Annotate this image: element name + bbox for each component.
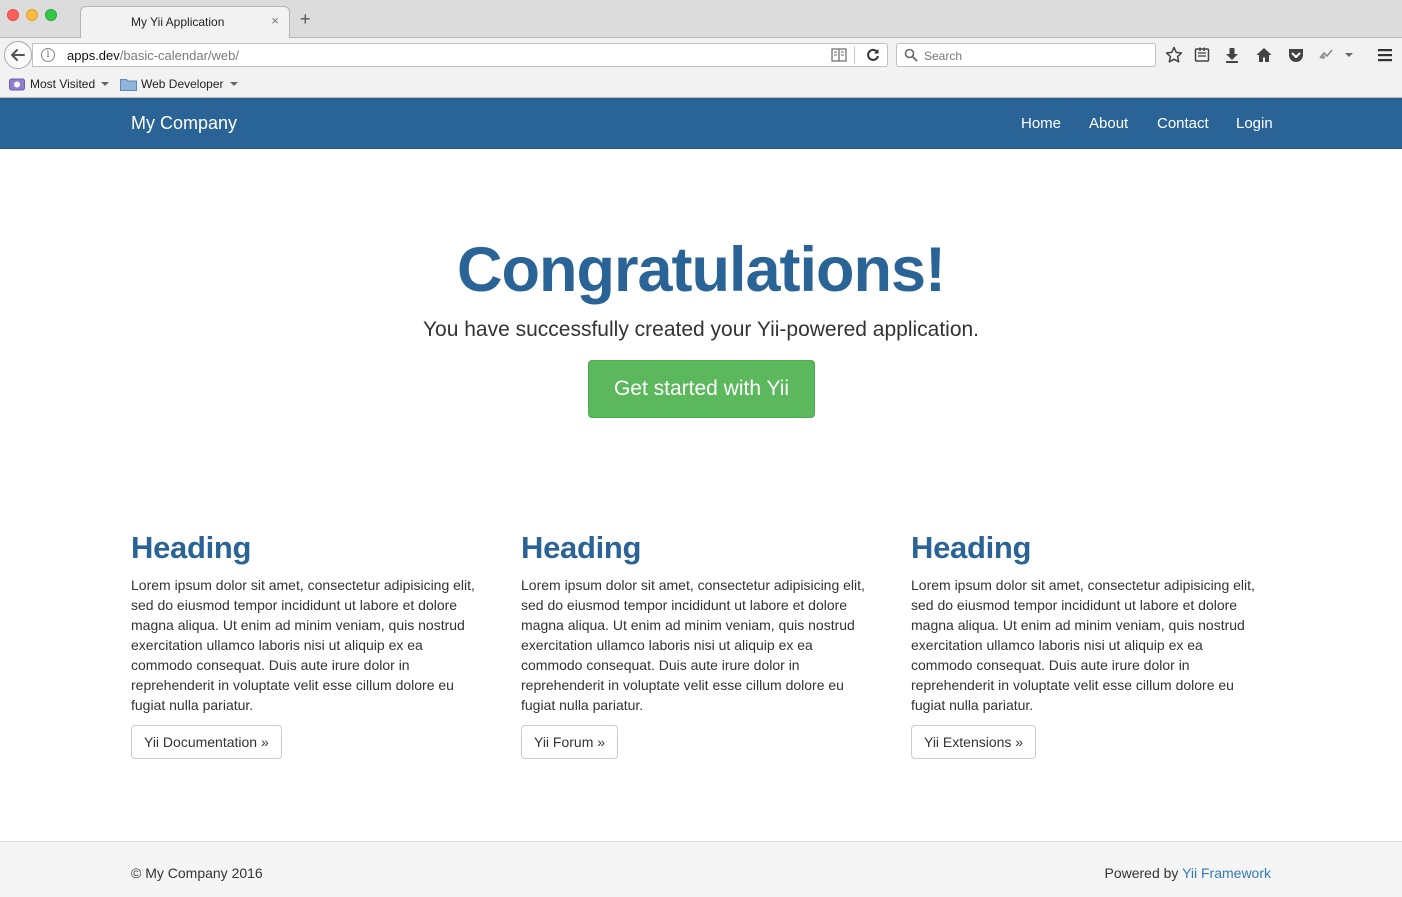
column-heading: Heading [131,530,252,565]
new-tab-button[interactable]: + [300,10,311,28]
yii-forum-button[interactable]: Yii Forum » [521,725,619,759]
reload-icon[interactable] [865,47,881,63]
yii-documentation-button[interactable]: Yii Documentation » [131,725,282,759]
star-icon[interactable] [1165,46,1183,64]
close-window-button[interactable] [7,9,19,21]
chevron-down-icon [101,82,110,86]
search-icon [904,48,918,62]
browser-chrome: My Yii Application × + i apps.dev/basic-… [0,0,1402,98]
url-host: apps.dev [67,48,120,63]
url-separator [854,46,855,64]
back-button[interactable] [4,41,32,69]
home-icon[interactable] [1255,46,1273,64]
search-bar[interactable]: Search [896,43,1156,67]
column-2: Heading Lorem ipsum dolor sit amet, cons… [521,530,881,759]
column-1: Heading Lorem ipsum dolor sit amet, cons… [131,530,491,759]
yii-extensions-button[interactable]: Yii Extensions » [911,725,1037,759]
page-footer: © My Company 2016 Powered by Yii Framewo… [0,841,1402,897]
column-body: Lorem ipsum dolor sit amet, consectetur … [131,577,475,713]
yii-framework-link[interactable]: Yii Framework [1182,865,1271,881]
reader-view-icon[interactable] [831,48,847,62]
menu-icon[interactable] [1376,46,1394,64]
search-placeholder: Search [924,49,963,63]
column-body: Lorem ipsum dolor sit amet, consectetur … [911,577,1255,713]
column-heading: Heading [911,530,1032,565]
zoom-window-button[interactable] [45,9,57,21]
footer-copyright: © My Company 2016 [131,865,263,881]
bookmark-web-developer[interactable]: Web Developer [120,77,238,91]
url-bar[interactable]: i apps.dev/basic-calendar/web/ [32,43,888,67]
back-arrow-icon [11,49,25,61]
chevron-down-icon [229,82,238,86]
footer-powered: Powered by Yii Framework [1104,865,1271,881]
brand-link[interactable]: My Company [131,113,237,134]
extension-dropdown-icon[interactable] [1345,53,1353,57]
bookmark-label: Web Developer [141,77,224,91]
nav-about[interactable]: About [1089,115,1128,132]
url-path: /basic-calendar/web/ [119,48,239,63]
site-navbar: My Company Home About Contact Login [0,98,1402,149]
extension-icon[interactable] [1317,46,1335,64]
column-heading: Heading [521,530,642,565]
tab-close-icon[interactable]: × [271,13,279,28]
bookmarks-toolbar: Most Visited Web Developer [0,72,1402,98]
minimize-window-button[interactable] [26,9,38,21]
tab-active[interactable]: My Yii Application × [80,6,290,39]
folder-icon [120,79,137,91]
footer-powered-prefix: Powered by [1104,865,1183,881]
jumbotron-lead: You have successfully created your Yii-p… [422,318,980,341]
tab-title: My Yii Application [131,15,225,29]
column-3: Heading Lorem ipsum dolor sit amet, cons… [911,530,1271,759]
tab-strip: My Yii Application × + [0,0,1402,39]
reading-list-icon[interactable] [1193,46,1211,64]
get-started-button[interactable]: Get started with Yii [588,360,815,418]
url-text: apps.dev/basic-calendar/web/ [67,48,239,63]
browser-toolbar: i apps.dev/basic-calendar/web/ Search [0,38,1402,72]
site-info-icon[interactable]: i [41,48,55,62]
nav-home[interactable]: Home [1021,115,1061,132]
bookmark-most-visited[interactable]: Most Visited [9,77,110,91]
jumbotron-title: Congratulations! [457,235,946,305]
bookmark-label: Most Visited [30,77,96,91]
column-body: Lorem ipsum dolor sit amet, consectetur … [521,577,865,713]
download-icon[interactable] [1223,46,1241,64]
pocket-icon[interactable] [1287,46,1305,64]
nav-login[interactable]: Login [1236,115,1273,132]
nav-contact[interactable]: Contact [1157,115,1209,132]
most-visited-icon [9,78,25,91]
